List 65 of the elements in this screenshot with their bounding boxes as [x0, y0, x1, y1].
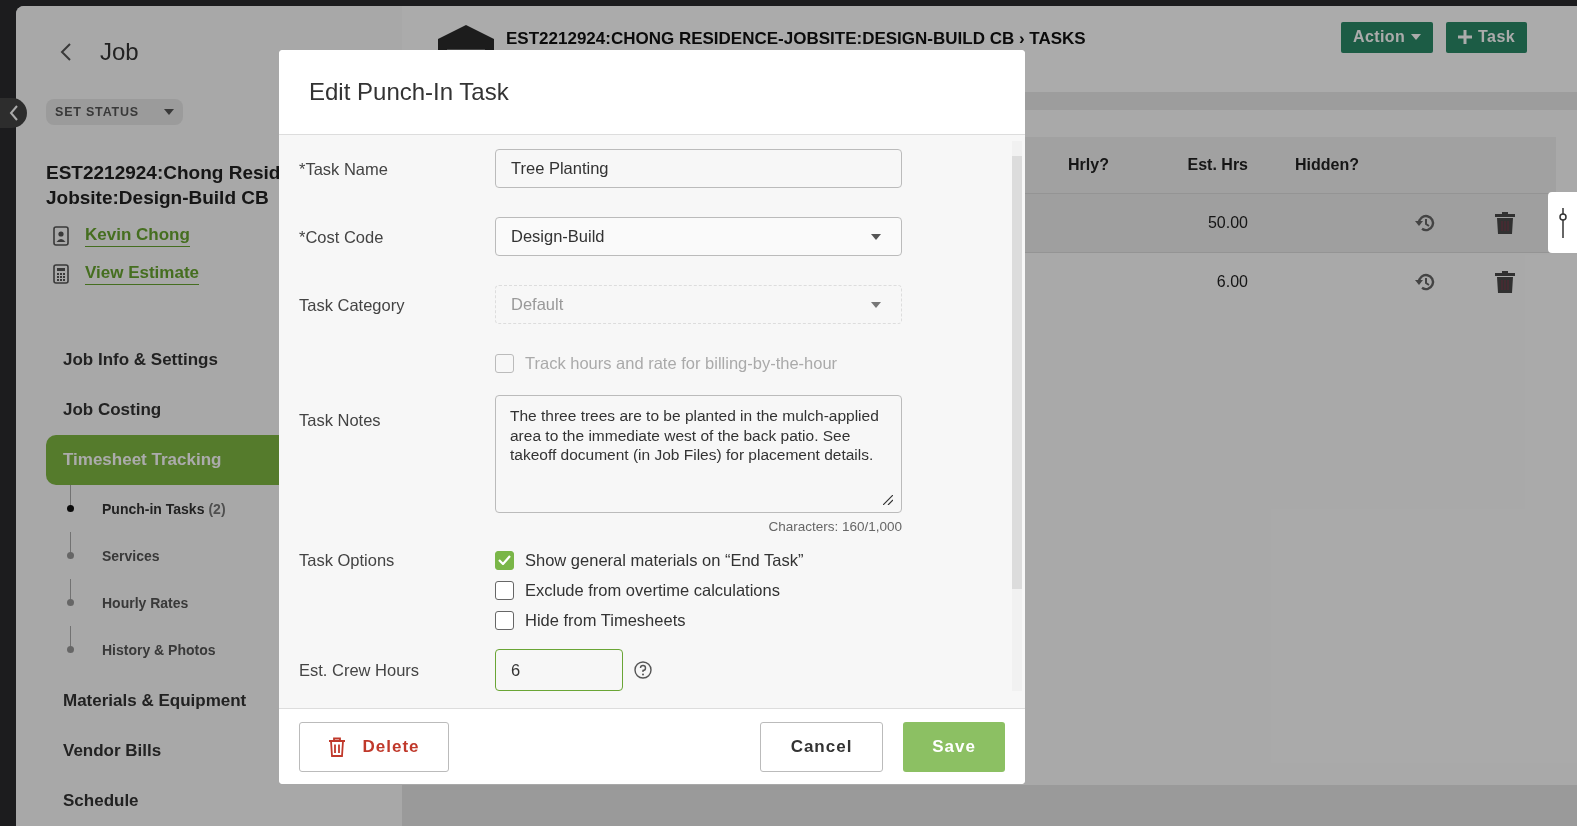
chevron-left-icon [7, 104, 20, 122]
dropdown[interactable]: Design-Build [495, 217, 902, 256]
help-icon [634, 661, 652, 679]
status-dropdown[interactable]: SET STATUS [46, 99, 183, 126]
history-icon [1414, 213, 1436, 233]
page-title: Job [100, 38, 139, 66]
bullet-icon [67, 599, 74, 606]
resize-grip-icon [883, 495, 893, 505]
calculator-icon [53, 263, 69, 284]
checkbox[interactable] [495, 550, 514, 570]
caret-icon [1411, 34, 1422, 40]
trash-icon [1495, 271, 1515, 293]
back-button[interactable] [60, 42, 72, 62]
bullet-icon [67, 552, 74, 559]
caret-icon [871, 301, 881, 308]
add-task-button[interactable]: Task [1446, 21, 1527, 53]
field-label: Task Category [299, 296, 405, 314]
column-header: Hrly? [1067, 156, 1110, 174]
side-tab[interactable] [1548, 192, 1577, 253]
page-heading: EST2212924:CHONG RESIDENCE-JOBSITE:DESIGN-BUILD CB › TASKS [506, 29, 1087, 49]
column-header: Est. Hrs [1187, 156, 1249, 174]
plus-icon [1458, 30, 1473, 44]
checkbox-label: Show general materials on “End Task” [525, 550, 804, 570]
job-title: Jobsite:Design-Build CB [46, 186, 269, 211]
table-cell-text: 50.00 [1207, 214, 1249, 232]
sub-nav-item[interactable]: Punch-in Tasks (2) [46, 485, 402, 532]
cancel-button[interactable]: Cancel [760, 721, 883, 772]
field-label: *Cost Code [299, 228, 384, 246]
character-count: Characters: 160/1,000 [767, 519, 902, 535]
field-label: *Task Name [299, 160, 388, 178]
history-button[interactable] [1414, 213, 1436, 233]
bullet-icon [67, 646, 74, 653]
job-title: EST2212924:Chong Resid [46, 161, 281, 186]
field-label: Task Options [299, 551, 395, 569]
checkbox[interactable] [495, 610, 514, 630]
count: (2) [208, 500, 226, 517]
history-button[interactable] [1414, 272, 1436, 292]
history-icon [1414, 272, 1436, 292]
contact-card-icon [53, 225, 69, 246]
caret-icon [164, 109, 174, 115]
table-cell-text: 6.00 [1216, 273, 1249, 291]
text-area[interactable]: The three trees are to be planted in the mulch-applied area to the immediate west of the back patio. See takeoff document (in Job Files) for placement details. [495, 395, 902, 513]
field-label: Task Notes [299, 411, 381, 429]
checkmark-icon [498, 555, 511, 565]
column-header: Hidden? [1294, 156, 1360, 174]
chevron-left-icon [60, 42, 72, 62]
delete-button[interactable]: Delete [299, 721, 449, 772]
dialog-title: Edit Punch-In Task [279, 50, 1025, 135]
hours-field[interactable]: 6 [495, 649, 623, 691]
checkbox[interactable] [495, 580, 514, 600]
caret-icon [871, 233, 881, 240]
checkbox-label: Hide from Timesheets [525, 610, 686, 630]
delete-button[interactable] [1495, 212, 1515, 234]
checkbox-label: Exclude from overtime calculations [525, 580, 780, 600]
trash-icon [328, 736, 347, 757]
delete-button[interactable] [1495, 271, 1515, 293]
scrollbar[interactable] [1012, 141, 1022, 691]
slider-icon [1557, 207, 1568, 238]
checkbox-label: Track hours and rate for billing-by-the-hour [525, 353, 838, 373]
input-field[interactable]: Tree Planting [495, 149, 902, 188]
trash-icon [1495, 212, 1515, 234]
sub-nav-item[interactable]: Hourly Rates [46, 579, 402, 626]
bullet-icon [67, 505, 74, 512]
action-button[interactable]: Action [1340, 21, 1434, 53]
field-label: Est. Crew Hours [299, 661, 420, 679]
